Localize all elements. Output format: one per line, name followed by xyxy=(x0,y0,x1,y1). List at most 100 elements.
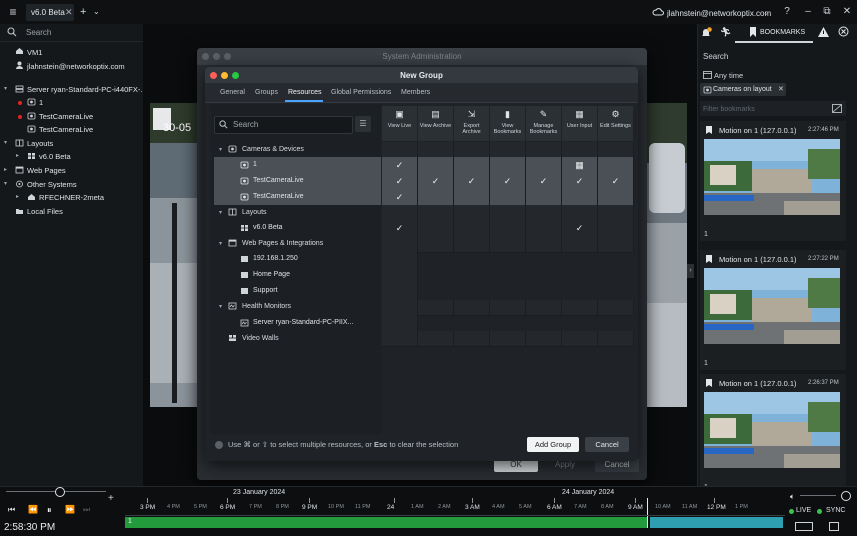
timeline-position-marker[interactable] xyxy=(647,498,648,528)
tree-item-server[interactable]: Server ryan-Standard-PC-i440FX-... xyxy=(27,85,147,94)
live-button[interactable]: LIVE xyxy=(796,507,811,514)
tab-resources[interactable]: Resources xyxy=(288,89,321,96)
collapse-right-panel-icon[interactable]: › xyxy=(687,264,694,278)
bookmark-thumbnail[interactable] xyxy=(704,268,840,344)
close-window-button[interactable]: ✕ xyxy=(840,6,854,18)
volume-slider-handle[interactable] xyxy=(841,491,851,501)
permission-cell[interactable] xyxy=(598,142,634,158)
permission-cell[interactable] xyxy=(562,205,598,221)
tree-item-camera[interactable]: 1 xyxy=(39,98,43,107)
expand-arrow-icon[interactable]: ▾ xyxy=(4,180,7,187)
permission-cell[interactable] xyxy=(598,236,634,253)
permission-cell[interactable] xyxy=(598,300,634,316)
resource-group-cameras[interactable]: Cameras & Devices xyxy=(242,146,304,153)
resource-item[interactable]: TestCameraLive xyxy=(253,177,304,184)
permission-cell[interactable] xyxy=(526,220,562,237)
permission-cell[interactable] xyxy=(598,157,634,174)
permission-cell[interactable] xyxy=(598,189,634,206)
permission-cell[interactable]: ✓ xyxy=(382,189,418,206)
permission-cell[interactable] xyxy=(418,189,454,206)
permission-cell[interactable] xyxy=(526,142,562,158)
permission-cell[interactable] xyxy=(490,205,526,221)
sync-button[interactable]: SYNC xyxy=(826,507,845,514)
permission-cell[interactable] xyxy=(382,268,418,285)
fast-forward-icon[interactable]: ⏩ xyxy=(65,505,75,514)
help-button[interactable]: ? xyxy=(780,6,794,18)
resource-search-input[interactable]: Search xyxy=(233,120,258,129)
tree-item-local-files[interactable]: Local Files xyxy=(27,207,63,216)
restore-button[interactable]: ⧉ xyxy=(820,6,834,18)
permission-cell[interactable] xyxy=(418,300,454,316)
resource-item[interactable]: 192.168.1.250 xyxy=(253,255,298,262)
permission-cell[interactable] xyxy=(382,252,418,269)
rewind-icon[interactable]: ⏪ xyxy=(28,505,38,514)
permission-cell[interactable] xyxy=(454,142,490,158)
permission-cell[interactable] xyxy=(454,331,490,347)
permission-cell[interactable] xyxy=(454,300,490,316)
permission-cell[interactable] xyxy=(598,220,634,237)
permission-cell[interactable]: ✓ xyxy=(454,173,490,190)
permission-cell[interactable] xyxy=(562,300,598,316)
expand-arrow-icon[interactable]: ▾ xyxy=(219,146,222,153)
permission-cell[interactable] xyxy=(598,331,634,347)
permission-cell[interactable] xyxy=(454,220,490,237)
expand-arrow-icon[interactable]: ▸ xyxy=(16,193,19,200)
permission-cell[interactable] xyxy=(526,205,562,221)
expand-arrow-icon[interactable]: ▸ xyxy=(4,166,7,173)
resource-item[interactable]: Home Page xyxy=(253,271,290,278)
permission-cell[interactable] xyxy=(526,331,562,347)
tab-general[interactable]: General xyxy=(220,89,245,96)
tree-item-layout[interactable]: v6.0 Beta xyxy=(39,152,71,161)
recording-chunk-bar[interactable] xyxy=(125,517,647,528)
tree-search-row[interactable] xyxy=(0,24,143,42)
permission-cell[interactable] xyxy=(382,236,418,253)
bookmarks-search-input[interactable]: Search xyxy=(703,52,728,61)
main-menu-icon[interactable]: ≡ xyxy=(4,4,22,20)
permission-cell[interactable] xyxy=(526,236,562,253)
permission-cell[interactable]: ✓ xyxy=(382,157,418,174)
permission-cell[interactable] xyxy=(454,157,490,174)
expand-arrow-icon[interactable]: ▾ xyxy=(4,139,7,146)
camera-tile[interactable] xyxy=(150,103,198,407)
add-group-button[interactable]: Add Group xyxy=(527,437,579,452)
cloud-user-label[interactable]: jlahnstein@networkoptix.com xyxy=(667,9,771,18)
expand-arrow-icon[interactable]: ▾ xyxy=(219,209,222,216)
expand-arrow-icon[interactable]: ▸ xyxy=(16,152,19,159)
permission-cell[interactable] xyxy=(526,300,562,316)
motion-icon[interactable]: 🏃︎ xyxy=(720,27,731,38)
notifications-bell-icon[interactable] xyxy=(700,27,713,38)
permission-cell[interactable]: ✓ xyxy=(490,173,526,190)
add-tab-button[interactable]: + xyxy=(80,6,86,18)
permission-cell[interactable] xyxy=(490,220,526,237)
permission-cell[interactable] xyxy=(382,205,418,221)
camera-tile[interactable] xyxy=(647,103,687,407)
filter-list-icon[interactable]: ☰ xyxy=(355,116,371,132)
time-filter-dropdown[interactable]: Any time xyxy=(714,71,743,80)
tree-item-layouts[interactable]: Layouts xyxy=(27,139,53,148)
expand-arrow-icon[interactable]: ▾ xyxy=(219,303,222,310)
resource-item[interactable]: TestCameraLive xyxy=(253,193,304,200)
calendar-toggle-icon[interactable] xyxy=(829,522,839,531)
tree-item-other-systems[interactable]: Other Systems xyxy=(27,180,77,189)
thumbnails-toggle-icon[interactable] xyxy=(832,104,842,113)
permission-cell[interactable] xyxy=(562,189,598,206)
resource-item[interactable]: v6.0 Beta xyxy=(253,224,283,231)
permission-cell[interactable]: ✓ xyxy=(382,173,418,190)
permission-cell[interactable] xyxy=(490,189,526,206)
tree-item-camera[interactable]: TestCameraLive xyxy=(39,112,93,121)
tab-close-icon[interactable]: ✕ xyxy=(65,7,73,18)
bookmark-filter-input[interactable]: Filter bookmarks xyxy=(703,106,755,113)
motion-chunk-bar[interactable] xyxy=(650,517,783,528)
permission-cell[interactable] xyxy=(382,142,418,158)
objects-icon[interactable] xyxy=(838,26,849,37)
resource-group-layouts[interactable]: Layouts xyxy=(242,209,267,216)
permission-cell[interactable] xyxy=(454,205,490,221)
permission-cell[interactable] xyxy=(598,205,634,221)
speed-slider-handle[interactable] xyxy=(55,487,65,497)
tree-item-user[interactable]: jlahnstein@networkoptix.com xyxy=(27,62,125,71)
tab-groups[interactable]: Groups xyxy=(255,89,278,96)
zoom-in-button[interactable]: + xyxy=(108,493,114,504)
tabs-dropdown-icon[interactable]: ⌄ xyxy=(93,7,100,16)
permission-cell[interactable] xyxy=(418,236,454,253)
bookmark-thumbnail[interactable] xyxy=(704,392,840,468)
